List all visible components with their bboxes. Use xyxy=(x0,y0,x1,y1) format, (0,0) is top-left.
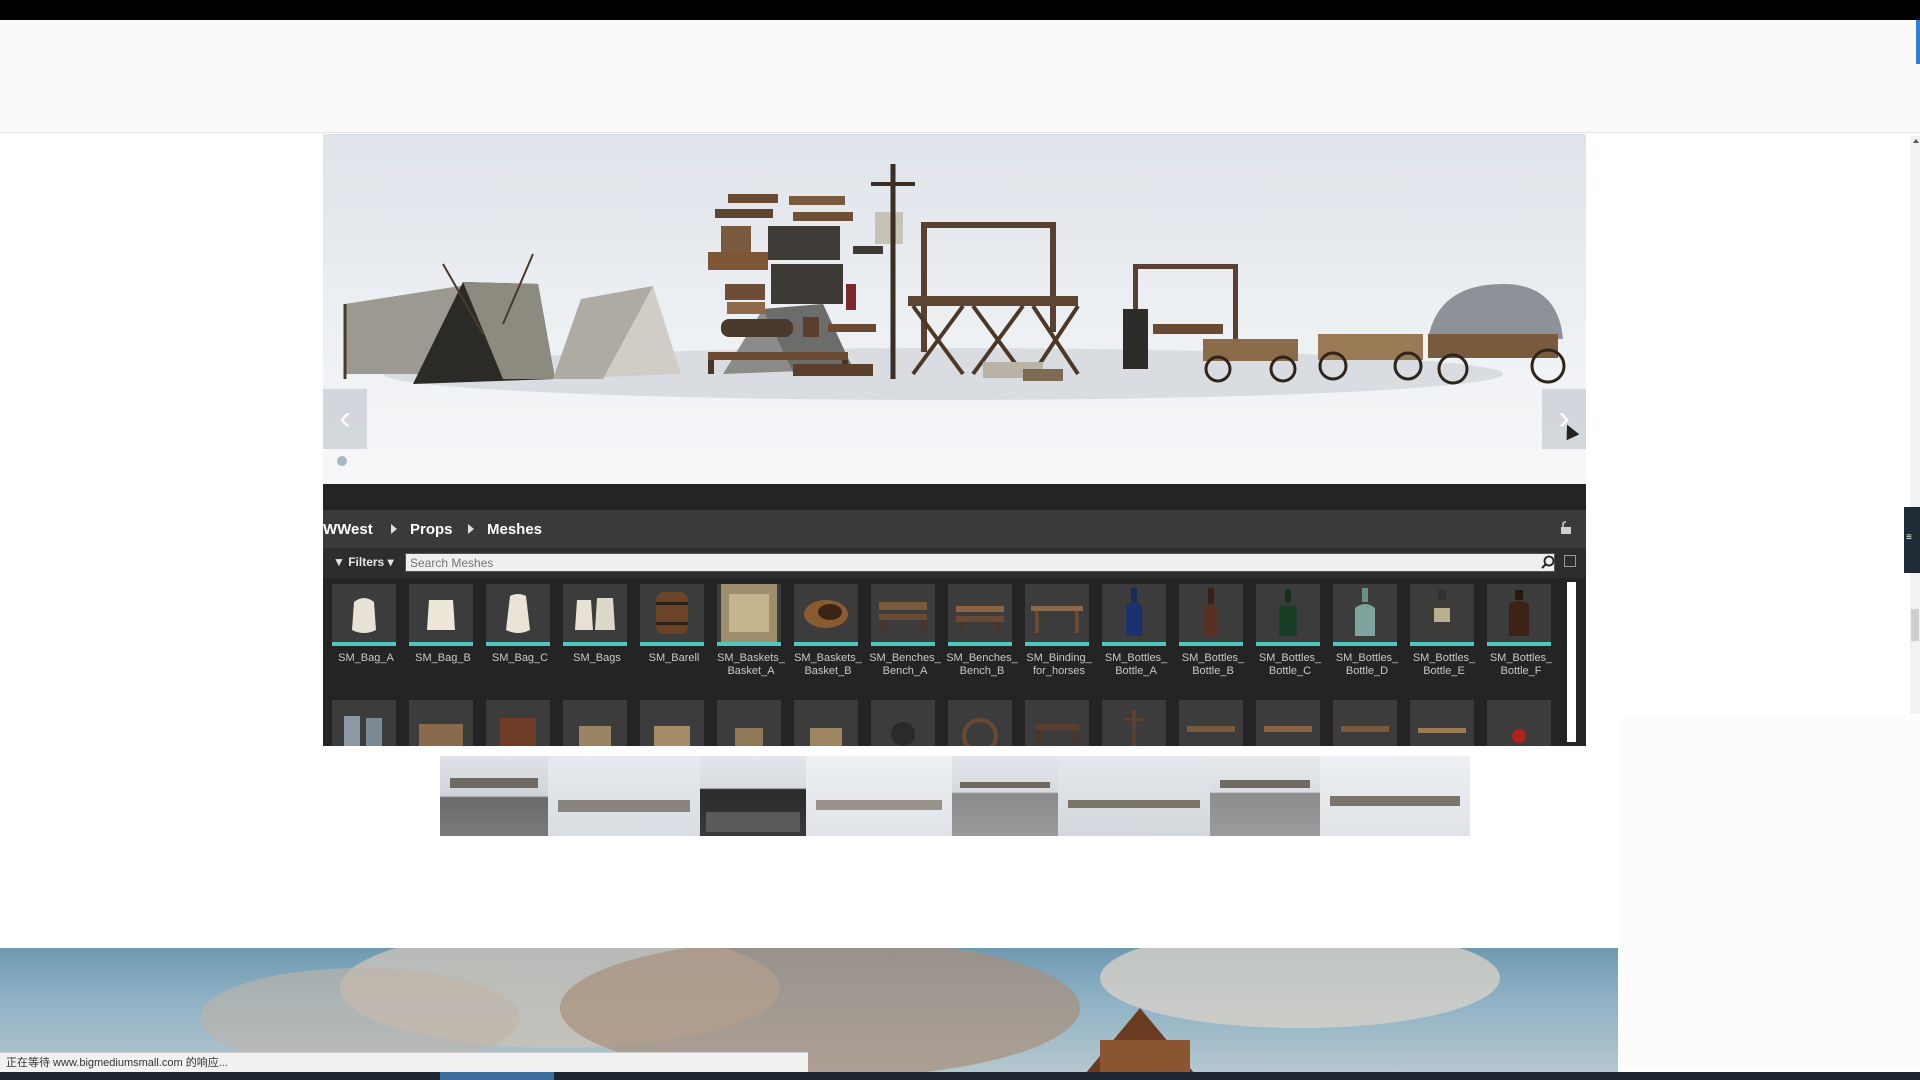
gallery-thumbnail[interactable] xyxy=(548,756,700,836)
western-props-render xyxy=(343,164,1566,400)
bench-icon xyxy=(871,584,935,646)
breadcrumb-arrow-icon xyxy=(468,524,474,534)
search-icon[interactable] xyxy=(1541,555,1555,569)
asset-label: SM_Baskets_ Basket_A xyxy=(717,652,785,677)
gallery-thumbnail[interactable] xyxy=(952,756,1058,836)
asset-label: SM_Benches_ Bench_A xyxy=(869,652,941,677)
menu-icon: ≡ xyxy=(1906,532,1912,543)
gallery-prev-button[interactable]: ‹ xyxy=(323,389,367,449)
product-gallery: ‹ › WWest Props Meshes ▼ Filters ▾ SM_Ba… xyxy=(323,134,1586,746)
site-header xyxy=(0,20,1920,133)
right-blank-panel xyxy=(1622,716,1920,1068)
bottle-icon xyxy=(1333,584,1397,646)
gallery-thumbnail[interactable] xyxy=(700,756,806,836)
bottle-icon xyxy=(1410,584,1474,646)
asset-label: SM_Bottles_ Bottle_A xyxy=(1104,652,1168,677)
info-dot-icon[interactable] xyxy=(337,456,347,466)
prop-icon xyxy=(640,700,704,746)
gallery-thumbnail[interactable] xyxy=(1058,756,1210,836)
asset-label: SM_Bottles_ Bottle_D xyxy=(1335,652,1399,677)
asset-label: SM_Bottles_ Bottle_E xyxy=(1412,652,1476,677)
bench-icon xyxy=(1256,700,1320,746)
breadcrumb: WWest Props Meshes xyxy=(323,510,1586,548)
browser-top-bar xyxy=(0,0,1920,20)
breadcrumb-item-props[interactable]: Props xyxy=(410,521,453,538)
bag-icon xyxy=(486,584,550,646)
asset-label: SM_Binding_ for_horses xyxy=(1026,652,1092,677)
filters-label: Filters xyxy=(348,555,385,569)
prop-icon xyxy=(563,700,627,746)
basket-round-icon xyxy=(794,584,858,646)
prop-icon xyxy=(717,700,781,746)
prop-icon xyxy=(794,700,858,746)
taskbar-active-app[interactable] xyxy=(440,1072,554,1080)
asset-label: SM_Bottles_ Bottle_F xyxy=(1489,652,1553,677)
gallery-thumbnail[interactable] xyxy=(1210,756,1320,836)
editor-toolbar-band xyxy=(323,484,1586,510)
bench-icon xyxy=(948,584,1012,646)
bottle-icon xyxy=(1256,584,1320,646)
asset-label: SM_Barell xyxy=(648,652,700,664)
bag-icon xyxy=(409,584,473,646)
asset-grid-scrollbar[interactable] xyxy=(1567,582,1576,742)
asset-label: SM_Bag_C xyxy=(491,652,549,664)
header-accent xyxy=(1916,20,1920,64)
browser-status-text: 正在等待 www.bigmediumsmall.com 的响应... xyxy=(0,1052,808,1072)
table-icon xyxy=(1025,700,1089,746)
bag-icon xyxy=(332,584,396,646)
gallery-thumbnail[interactable] xyxy=(1320,756,1470,836)
barrel-icon xyxy=(640,584,704,646)
asset-label: SM_Bags xyxy=(573,652,621,664)
breadcrumb-item-wwest[interactable]: WWest xyxy=(323,521,373,538)
bottle-icon xyxy=(1102,584,1166,646)
asset-label: SM_Bag_A xyxy=(338,652,394,664)
pot-icon xyxy=(871,700,935,746)
thumbnail-strip xyxy=(440,756,1470,836)
breadcrumb-arrow-icon xyxy=(391,524,397,534)
hitching-rail-icon xyxy=(1025,584,1089,646)
bottle-icon xyxy=(1487,584,1551,646)
funnel-icon: ▼ xyxy=(333,555,349,569)
asset-grid: SM_Bag_A SM_Bag_B SM_Bag_C SM_Bags SM_Ba… xyxy=(323,578,1586,746)
os-taskbar xyxy=(0,1072,1920,1080)
gallery-hero-image: ‹ › xyxy=(323,134,1586,484)
gallery-next-button[interactable]: › xyxy=(1542,389,1586,449)
chevron-down-icon: ▾ xyxy=(384,555,394,569)
bench-icon xyxy=(1179,700,1243,746)
apple-icon xyxy=(1487,700,1551,746)
bench-icon xyxy=(1333,700,1397,746)
asset-label: SM_Bottles_ Bottle_C xyxy=(1258,652,1322,677)
search-input[interactable] xyxy=(405,553,1555,572)
asset-label: SM_Bag_B xyxy=(415,652,471,664)
filters-button[interactable]: ▼ Filters ▾ xyxy=(333,555,394,569)
scroll-up-arrow-icon[interactable] xyxy=(1913,139,1919,143)
asset-label: SM_Baskets_ Basket_B xyxy=(794,652,862,677)
gallery-thumbnail[interactable] xyxy=(440,756,548,836)
wheel-icon xyxy=(948,700,1012,746)
milk-cans-icon xyxy=(332,700,396,746)
crate-icon xyxy=(409,700,473,746)
post-icon xyxy=(1102,700,1166,746)
bags-icon xyxy=(563,584,627,646)
bottle-icon xyxy=(1179,584,1243,646)
asset-label: SM_Bottles_ Bottle_B xyxy=(1181,652,1245,677)
bucket-icon xyxy=(486,700,550,746)
save-search-icon[interactable] xyxy=(1564,555,1576,567)
filter-bar: ▼ Filters ▾ xyxy=(323,548,1586,578)
asset-label: SM_Benches_ Bench_B xyxy=(946,652,1018,677)
breadcrumb-item-meshes[interactable]: Meshes xyxy=(487,521,542,538)
bench-icon xyxy=(1410,700,1474,746)
gallery-thumbnail[interactable] xyxy=(806,756,952,836)
lock-icon[interactable] xyxy=(1560,521,1572,535)
basket-icon xyxy=(717,584,781,646)
page-scrollbar-thumb[interactable] xyxy=(1911,609,1919,641)
